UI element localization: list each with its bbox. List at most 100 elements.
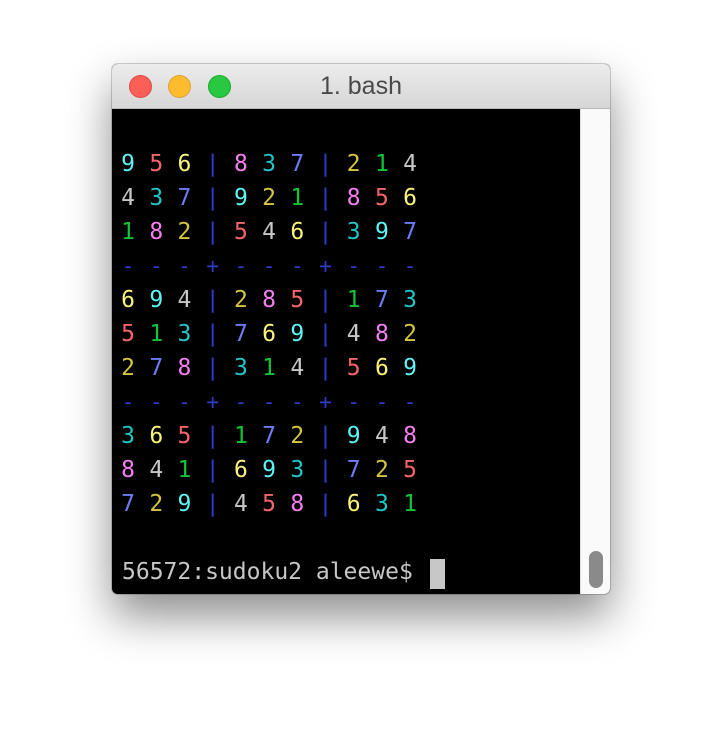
digit-cell: 7	[262, 423, 277, 449]
grid-row: 5 1 3 | 7 6 9 | 4 8 2	[112, 317, 580, 351]
grid-dash: -	[262, 254, 276, 278]
grid-dash: -	[375, 390, 389, 414]
grid-dash: -	[149, 254, 163, 278]
terminal-output[interactable]: 9 5 6 | 8 3 7 | 2 1 4 4 3 7 | 9 2 1 | 8 5 6 1 8 2 | 5 4 6 | 3 9 7- - - + - - -…	[112, 109, 580, 594]
grid-dash: -	[403, 254, 417, 278]
box-divider: |	[318, 185, 333, 211]
box-divider: |	[318, 219, 333, 245]
grid-dash: -	[262, 390, 276, 414]
grid-row: 8 4 1 | 6 9 3 | 7 2 5	[112, 453, 580, 487]
digit-cell: 9	[374, 219, 389, 245]
digit-cell: 5	[233, 219, 248, 245]
digit-cell: 9	[233, 185, 248, 211]
digit-cell: 3	[233, 355, 248, 381]
digit-cell: 5	[403, 457, 418, 483]
digit-cell: 1	[121, 219, 136, 245]
box-divider: |	[318, 423, 333, 449]
digit-cell: 1	[346, 287, 361, 313]
digit-cell: 2	[149, 491, 164, 517]
box-divider: |	[318, 457, 333, 483]
digit-cell: 8	[346, 185, 361, 211]
title-bar[interactable]: 1. bash	[112, 64, 610, 109]
scrollbar-thumb[interactable]	[589, 551, 603, 588]
grid-dash: -	[178, 390, 191, 414]
digit-cell: 1	[374, 151, 389, 177]
shell-prompt: 56572:sudoku2 aleewe$	[122, 559, 413, 585]
digit-cell: 6	[233, 457, 248, 483]
digit-cell: 6	[290, 219, 305, 245]
grid-dash: -	[290, 390, 304, 414]
grid-dash: -	[375, 254, 389, 278]
box-divider: |	[205, 151, 220, 177]
digit-cell: 5	[149, 151, 164, 177]
grid-separator-row: - - - + - - - + - - -	[112, 385, 580, 419]
grid-row: 1 8 2 | 5 4 6 | 3 9 7	[112, 215, 580, 249]
scrollbar[interactable]	[580, 109, 610, 594]
grid-dash: -	[149, 390, 163, 414]
digit-cell: 4	[262, 219, 277, 245]
digit-cell: 7	[121, 491, 136, 517]
grid-dash: -	[347, 254, 361, 278]
digit-cell: 2	[346, 151, 361, 177]
digit-cell: 3	[346, 219, 361, 245]
digit-cell: 2	[233, 287, 248, 313]
grid-junction: +	[319, 254, 332, 278]
digit-cell: 8	[121, 457, 136, 483]
digit-cell: 7	[290, 151, 305, 177]
digit-cell: 1	[177, 457, 192, 483]
digit-cell: 7	[149, 355, 164, 381]
digit-cell: 9	[262, 457, 277, 483]
text-cursor	[430, 559, 445, 589]
digit-cell: 5	[374, 185, 389, 211]
digit-cell: 9	[149, 287, 164, 313]
digit-cell: 4	[233, 491, 248, 517]
digit-cell: 5	[346, 355, 361, 381]
digit-cell: 5	[262, 491, 277, 517]
digit-cell: 8	[290, 491, 305, 517]
grid-dash: -	[178, 254, 191, 278]
digit-cell: 6	[121, 287, 136, 313]
digit-cell: 8	[262, 287, 277, 313]
digit-cell: 1	[233, 423, 248, 449]
digit-cell: 7	[233, 321, 248, 347]
digit-cell: 9	[121, 151, 136, 177]
box-divider: |	[205, 219, 220, 245]
terminal-window: 1. bash 9 5 6 | 8 3 7 | 2 1 4 4 3 7 | 9 2 1 | 8 5 6 1 8 2 | 5 4 6 | 3 9…	[112, 64, 610, 594]
digit-cell: 4	[346, 321, 361, 347]
digit-cell: 3	[374, 491, 389, 517]
digit-cell: 8	[233, 151, 248, 177]
box-divider: |	[205, 457, 220, 483]
digit-cell: 7	[346, 457, 361, 483]
digit-cell: 5	[177, 423, 192, 449]
digit-cell: 6	[262, 321, 277, 347]
grid-dash: -	[121, 390, 135, 414]
grid-dash: -	[290, 254, 304, 278]
grid-separator-row: - - - + - - - + - - -	[112, 249, 580, 283]
window-title: 1. bash	[319, 72, 402, 100]
digit-cell: 4	[177, 287, 192, 313]
box-divider: |	[318, 151, 333, 177]
grid-row: 2 7 8 | 3 1 4 | 5 6 9	[112, 351, 580, 385]
digit-cell: 7	[177, 185, 192, 211]
digit-cell: 2	[290, 423, 305, 449]
digit-cell: 1	[262, 355, 277, 381]
digit-cell: 7	[403, 219, 418, 245]
box-divider: |	[205, 321, 220, 347]
grid-row: 4 3 7 | 9 2 1 | 8 5 6	[112, 181, 580, 215]
digit-cell: 3	[262, 151, 277, 177]
box-divider: |	[205, 491, 220, 517]
box-divider: |	[318, 491, 333, 517]
digit-cell: 3	[121, 423, 136, 449]
digit-cell: 6	[374, 355, 389, 381]
digit-cell: 4	[149, 457, 164, 483]
digit-cell: 3	[290, 457, 305, 483]
digit-cell: 8	[374, 321, 389, 347]
box-divider: |	[205, 287, 220, 313]
digit-cell: 7	[374, 287, 389, 313]
digit-cell: 3	[177, 321, 192, 347]
digit-cell: 8	[149, 219, 164, 245]
digit-cell: 4	[290, 355, 305, 381]
grid-row: 6 9 4 | 2 8 5 | 1 7 3	[112, 283, 580, 317]
sudoku-grid: 9 5 6 | 8 3 7 | 2 1 4 4 3 7 | 9 2 1 | 8 5 6 1 8 2 | 5 4 6 | 3 9 7- - - + - - -…	[112, 147, 580, 521]
grid-junction: +	[206, 390, 220, 414]
